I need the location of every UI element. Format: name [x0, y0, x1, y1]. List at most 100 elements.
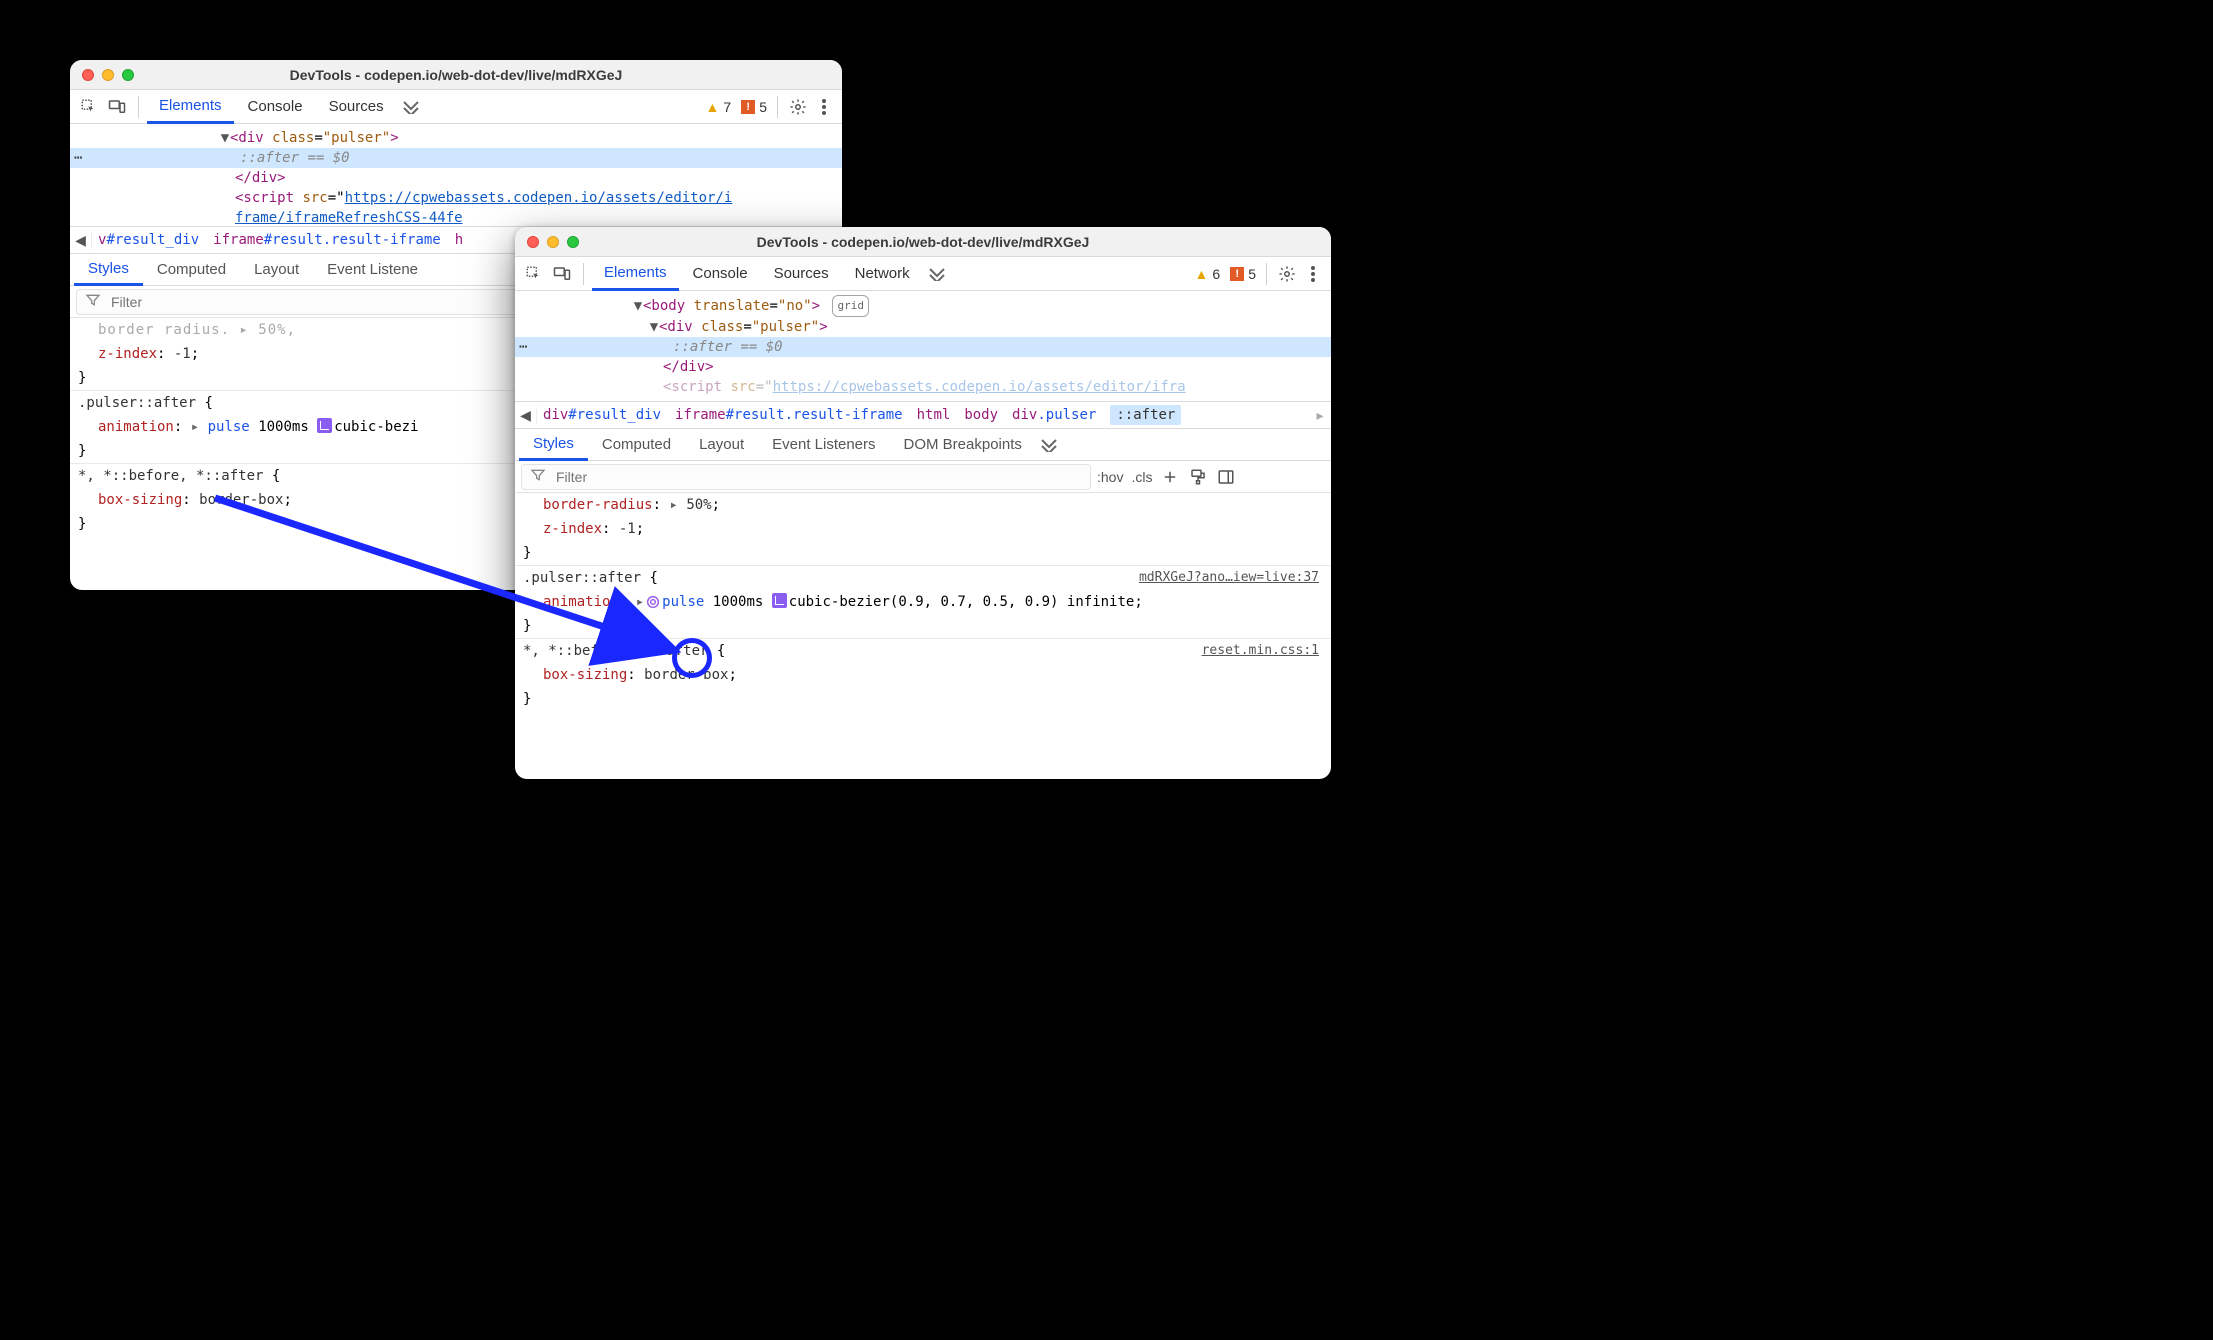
settings-icon[interactable] — [1275, 265, 1299, 283]
crumb-item[interactable]: div#result_div — [543, 407, 661, 423]
errors-number: 5 — [1248, 266, 1256, 282]
warning-icon: ▲ — [706, 99, 720, 115]
inspect-icon[interactable] — [523, 263, 545, 285]
zoom-dot[interactable] — [122, 69, 134, 81]
separator — [1266, 263, 1267, 285]
div-close[interactable]: </div> — [235, 170, 286, 186]
device-icon[interactable] — [106, 96, 128, 118]
tab-elements[interactable]: Elements — [592, 258, 679, 291]
source-link[interactable]: reset.min.css:1 — [1202, 641, 1323, 661]
subtab-dom-bp[interactable]: DOM Breakpoints — [890, 429, 1036, 460]
subtabs-overflow[interactable] — [1036, 438, 1062, 452]
filter-icon — [530, 467, 546, 487]
bezier-fn[interactable]: cubic-bezier(0.9, 0.7, 0.5, 0.9) infinit… — [789, 594, 1135, 610]
paint-icon[interactable] — [1188, 467, 1208, 487]
zoom-dot[interactable] — [567, 236, 579, 248]
main-toolbar: Elements Console Sources ▲ 7 ! 5 — [70, 90, 842, 124]
crumb-left-icon[interactable]: ◀ — [515, 407, 537, 424]
warnings-count[interactable]: ▲ 7 — [702, 99, 736, 115]
errors-count[interactable]: ! 5 — [737, 99, 771, 115]
traffic-lights — [527, 236, 579, 248]
script-src-link[interactable]: https://cpwebassets.codepen.io/assets/ed… — [345, 190, 733, 206]
subtab-computed[interactable]: Computed — [143, 254, 240, 285]
device-icon[interactable] — [551, 263, 573, 285]
styles-panel[interactable]: border-radius: ▸ 50%; z-index: -1; } mdR… — [515, 493, 1331, 711]
errors-count[interactable]: ! 5 — [1226, 266, 1260, 282]
subtab-layout[interactable]: Layout — [240, 254, 313, 285]
selector[interactable]: *, *::before, *::after — [78, 468, 263, 484]
close-dot[interactable] — [82, 69, 94, 81]
prop-animation[interactable]: animation — [98, 419, 174, 435]
tab-console[interactable]: Console — [236, 90, 315, 123]
crumb-item[interactable]: iframe#result.result-iframe — [675, 407, 903, 423]
script-src-link-2[interactable]: frame/iframeRefreshCSS-44fe — [235, 210, 463, 226]
tab-sources[interactable]: Sources — [762, 257, 841, 290]
main-toolbar: Elements Console Sources Network ▲ 6 ! 5 — [515, 257, 1331, 291]
minimize-dot[interactable] — [547, 236, 559, 248]
tabs-overflow[interactable] — [924, 267, 950, 281]
hov-toggle[interactable]: :hov — [1097, 469, 1123, 485]
grid-badge[interactable]: grid — [832, 295, 869, 317]
animation-inspector-icon[interactable] — [644, 593, 662, 611]
anim-duration[interactable]: 1000ms — [713, 594, 764, 610]
anim-duration[interactable]: 1000ms — [258, 419, 309, 435]
div-close[interactable]: </div> — [663, 359, 714, 375]
tab-sources[interactable]: Sources — [317, 90, 396, 123]
script-src-link[interactable]: https://cpwebassets.codepen.io/assets/ed… — [773, 379, 1186, 395]
panel-layout-icon[interactable] — [1216, 467, 1236, 487]
more-dots-icon[interactable]: ⋯ — [74, 148, 82, 168]
anim-name[interactable]: pulse — [662, 594, 704, 610]
cls-toggle[interactable]: .cls — [1131, 469, 1152, 485]
new-rule-icon[interactable] — [1160, 467, 1180, 487]
titlebar[interactable]: DevTools - codepen.io/web-dot-dev/live/m… — [515, 227, 1331, 257]
subtab-computed[interactable]: Computed — [588, 429, 685, 460]
kebab-icon[interactable] — [1301, 265, 1325, 283]
subtab-styles[interactable]: Styles — [74, 255, 143, 286]
crumb-item[interactable]: div.pulser — [1012, 407, 1096, 423]
dom-tree[interactable]: ▼<body translate="no"> grid ▼<div class=… — [515, 291, 1331, 401]
prop-animation[interactable]: animation — [543, 594, 619, 610]
bezier-icon[interactable] — [317, 418, 332, 433]
traffic-lights — [82, 69, 134, 81]
titlebar[interactable]: DevTools - codepen.io/web-dot-dev/live/m… — [70, 60, 842, 90]
crumb-right-icon[interactable]: ▸ — [1309, 407, 1331, 424]
bezier-fn-trunc[interactable]: cubic-bezi — [334, 419, 418, 435]
warnings-count[interactable]: ▲ 6 — [1191, 266, 1225, 282]
pseudo-after[interactable]: ::after — [240, 150, 299, 166]
settings-icon[interactable] — [786, 98, 810, 116]
separator — [138, 96, 139, 118]
anim-name[interactable]: pulse — [208, 419, 250, 435]
tab-console[interactable]: Console — [681, 257, 760, 290]
subtab-listeners[interactable]: Event Listene — [313, 254, 432, 285]
crumb-item[interactable]: v#result_div — [98, 232, 199, 248]
crumb-item[interactable]: html — [917, 407, 951, 423]
devtools-window-front: DevTools - codepen.io/web-dot-dev/live/m… — [515, 227, 1331, 779]
errors-number: 5 — [759, 99, 767, 115]
subtab-listeners[interactable]: Event Listeners — [758, 429, 889, 460]
selector[interactable]: .pulser::after — [523, 570, 641, 586]
subtab-styles[interactable]: Styles — [519, 430, 588, 461]
bezier-icon[interactable] — [772, 593, 787, 608]
pseudo-after[interactable]: ::after — [673, 339, 732, 355]
inspect-icon[interactable] — [78, 96, 100, 118]
tab-network[interactable]: Network — [843, 257, 922, 290]
crumb-left-icon[interactable]: ◀ — [70, 232, 92, 249]
kebab-icon[interactable] — [812, 98, 836, 116]
more-dots-icon[interactable]: ⋯ — [519, 337, 527, 357]
selector[interactable]: .pulser::after — [78, 395, 196, 411]
crumb-item[interactable]: h — [455, 232, 463, 248]
eq0: == $0 — [299, 150, 350, 166]
filter-input[interactable] — [554, 468, 1082, 486]
warning-icon: ▲ — [1195, 266, 1209, 282]
source-link[interactable]: mdRXGeJ?ano…iew=live:37 — [1139, 568, 1323, 588]
close-dot[interactable] — [527, 236, 539, 248]
crumb-item[interactable]: iframe#result.result-iframe — [213, 232, 441, 248]
subtab-layout[interactable]: Layout — [685, 429, 758, 460]
dom-tree[interactable]: ▼<div class="pulser"> ⋯ ::after == $0 </… — [70, 124, 842, 226]
filter-input-wrap[interactable] — [521, 464, 1091, 490]
minimize-dot[interactable] — [102, 69, 114, 81]
tabs-overflow[interactable] — [398, 100, 424, 114]
crumb-item-active[interactable]: ::after — [1110, 405, 1181, 425]
crumb-item[interactable]: body — [964, 407, 998, 423]
tab-elements[interactable]: Elements — [147, 91, 234, 124]
